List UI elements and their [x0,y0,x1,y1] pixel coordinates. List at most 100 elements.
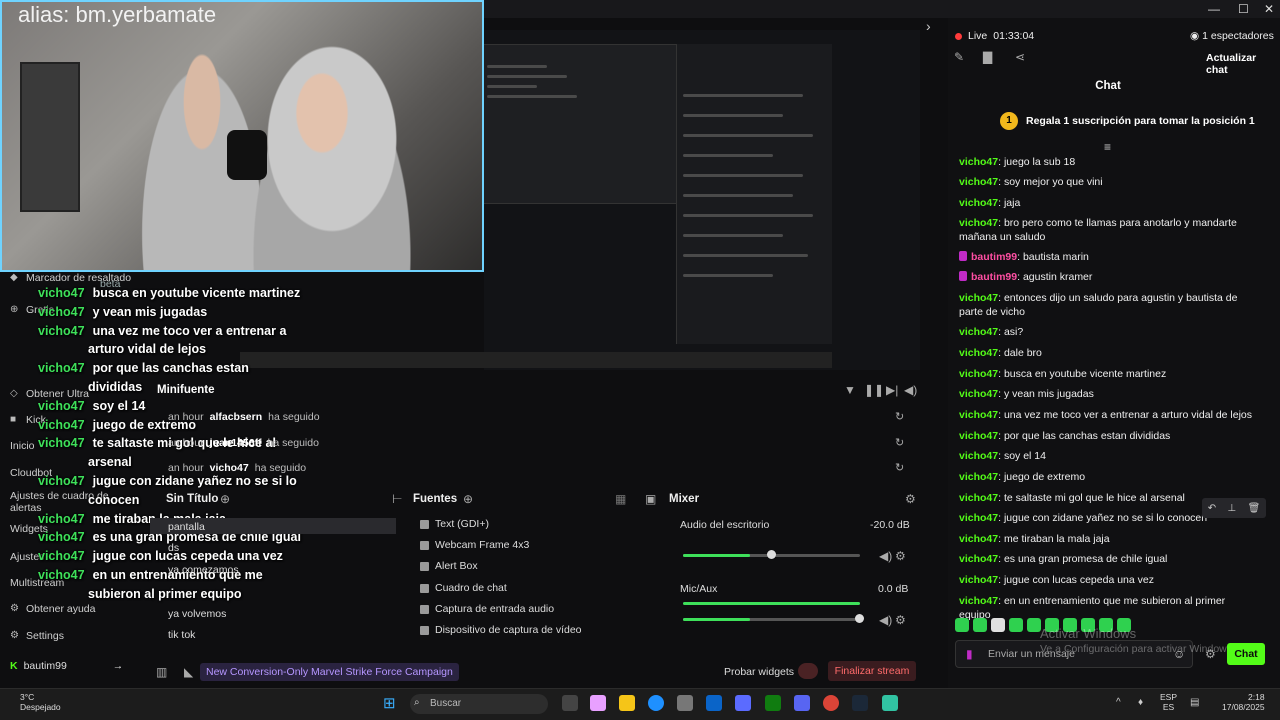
pause-icon[interactable]: ❚❚ [864,383,884,397]
scene-collection-title[interactable]: Sin Título [166,493,218,505]
chat-settings-icon[interactable]: ⚙ [1205,647,1216,661]
chat-username[interactable]: vicho47 [959,553,998,565]
maximize-button[interactable]: ☐ [1238,2,1249,16]
chat-message[interactable]: bautim99: bautista marin [959,250,1259,264]
track-settings-icon[interactable]: ⚙ [895,549,906,563]
chat-message[interactable]: vicho47: juego de extremo [959,470,1259,484]
source-item[interactable]: Alert Box [420,560,478,572]
microphone-tray-icon[interactable]: ♦ [1138,697,1143,708]
portfolio-icon[interactable]: ▇ [983,50,992,64]
rec-indicator-icon[interactable] [798,663,818,679]
chat-username[interactable]: vicho47 [959,176,998,188]
megaphone-icon[interactable]: ◣ [184,665,193,679]
scene-item[interactable]: ya volvemos [168,608,226,620]
end-stream-button[interactable]: Finalizar stream [828,661,916,681]
chat-message[interactable]: vicho47: me tiraban la mala jaja [959,532,1259,546]
chat-message[interactable]: vicho47: soy el 14 [959,449,1259,463]
chat-message[interactable]: vicho47: soy mejor yo que vini [959,175,1259,189]
tray-chevron-icon[interactable]: ^ [1116,697,1121,708]
track-settings-icon[interactable]: ⚙ [895,613,906,627]
chat-username[interactable]: vicho47 [959,533,998,545]
chat-username[interactable]: bautim99 [971,271,1017,283]
chat-message[interactable]: vicho47: una vez me toco ver a entrenar … [959,408,1259,422]
windows-start-icon[interactable]: ⊞ [383,694,396,712]
chat-username[interactable]: vicho47 [959,430,998,442]
store-icon[interactable] [677,695,693,711]
account-user[interactable]: K bautim99 → [10,660,123,672]
volume-slider-knob[interactable] [855,614,864,623]
chat-username[interactable]: vicho47 [959,197,998,209]
chat-username[interactable]: vicho47 [959,512,998,524]
share-icon[interactable]: ⋖ [1015,50,1025,64]
weather-widget[interactable]: 3°C Despejado [20,692,61,712]
chat-message[interactable]: vicho47: es una gran promesa de chile ig… [959,552,1259,566]
source-item[interactable]: Captura de entrada audio [420,603,554,615]
scene-item[interactable]: ds [168,542,179,554]
chrome-icon[interactable] [823,695,839,711]
scene-item[interactable]: tik tok [168,629,195,641]
volume-slider-knob[interactable] [767,550,776,559]
sidebar-item-home[interactable]: Inicio [10,440,35,452]
test-widgets-button[interactable]: Probar widgets [724,666,794,678]
scene-item[interactable]: pantalla [168,521,205,533]
gift-sub-banner[interactable]: 1 Regala 1 suscripción para tomar la pos… [1000,112,1255,130]
replay-icon[interactable]: ↻ [895,461,904,474]
copilot-icon[interactable] [590,695,606,711]
emote-icon[interactable] [1027,618,1041,632]
chat-message[interactable]: vicho47: y vean mis jugadas [959,387,1259,401]
pinned-chevron-icon[interactable]: ≡ [1104,140,1111,154]
app-icon[interactable] [735,695,751,711]
network-icon[interactable]: ▤ [1190,697,1199,708]
emote-icon[interactable] [955,618,969,632]
collapse-chevron-icon[interactable]: › [926,18,931,34]
chat-username[interactable]: vicho47 [959,409,998,421]
source-item[interactable]: Webcam Frame 4x3 [420,539,529,551]
chat-message[interactable]: vicho47: busca en youtube vicente martin… [959,367,1259,381]
chat-message[interactable]: vicho47: bro pero como te llamas para an… [959,216,1259,244]
source-folder-icon[interactable]: ▦ [615,492,626,506]
sidebar-item-settings[interactable]: ⚙ Settings [10,630,64,642]
chat-username[interactable]: vicho47 [959,347,998,359]
add-scene-icon[interactable]: ⊕ [220,492,230,506]
clock[interactable]: 2:18 17/08/2025 [1222,692,1265,712]
delete-icon[interactable]: 🗑 [1248,503,1261,514]
filter-icon[interactable]: ▼ [844,383,856,397]
chat-username[interactable]: vicho47 [959,217,998,229]
chat-username[interactable]: vicho47 [959,492,998,504]
chat-message[interactable]: bautim99: agustin kramer [959,270,1259,284]
chat-message[interactable]: vicho47: juego la sub 18 [959,155,1259,169]
taskbar-search[interactable]: Buscar [410,694,548,714]
close-button[interactable]: ✕ [1264,2,1274,16]
scene-item[interactable]: ya comezamos [168,564,239,576]
chat-message[interactable]: vicho47: jaja [959,196,1259,210]
chat-username[interactable]: vicho47 [959,326,998,338]
chat-username[interactable]: vicho47 [959,450,998,462]
source-item[interactable]: Text (GDI+) [420,518,489,530]
chat-username[interactable]: bautim99 [971,251,1017,263]
reply-icon[interactable]: ↶ [1208,503,1216,514]
chat-send-button[interactable]: Chat [1227,643,1265,665]
pencil-icon[interactable]: ✎ [954,50,964,64]
stats-icon[interactable]: ▥ [156,665,167,679]
chat-message[interactable]: vicho47: dale bro [959,346,1259,360]
chat-username[interactable]: vicho47 [959,595,998,607]
speaker-icon[interactable]: ◀) [879,549,892,563]
scene-transition-icon[interactable]: ⊢ [392,492,402,506]
add-source-icon[interactable]: ⊕ [463,492,473,506]
task-view-icon[interactable] [562,695,578,711]
chat-message[interactable]: vicho47: asi? [959,325,1259,339]
chat-username[interactable]: vicho47 [959,471,998,483]
skip-icon[interactable]: ▶| [886,383,898,397]
source-item[interactable]: Cuadro de chat [420,582,507,594]
sidebar-item-help[interactable]: ⚙ Obtener ayuda [10,603,95,615]
chat-username[interactable]: vicho47 [959,368,998,380]
replay-icon[interactable]: ↻ [895,436,904,449]
discord-icon[interactable] [794,695,810,711]
emote-icon[interactable] [1009,618,1023,632]
logout-icon[interactable]: → [113,660,124,672]
replay-icon[interactable]: ↻ [895,410,904,423]
minimize-button[interactable]: — [1208,2,1220,16]
speaker-icon[interactable]: ◀) [879,613,892,627]
source-item[interactable]: Dispositivo de captura de vídeo [420,624,582,636]
chat-message[interactable]: vicho47: entonces dijo un saludo para ag… [959,291,1259,319]
